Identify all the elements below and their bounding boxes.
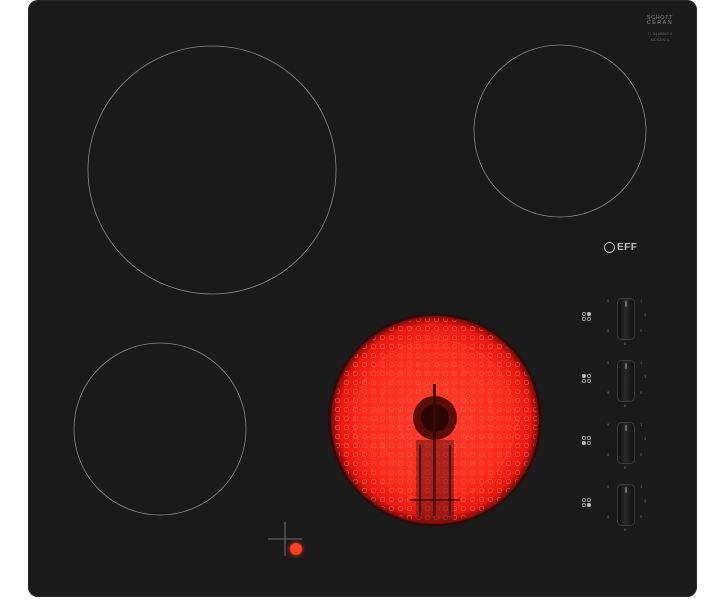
scale-label: 8 xyxy=(607,390,610,395)
serial-code: MDS300 4 xyxy=(650,38,670,42)
cooking-zone-rear-left xyxy=(87,45,337,295)
scale-label: 5 xyxy=(640,390,643,395)
zone-indicator-icon xyxy=(582,498,596,508)
scale-label: 9 xyxy=(607,298,610,303)
scale-label: 5 xyxy=(640,514,643,519)
scale-label: 1 xyxy=(640,360,643,365)
cooking-zone-front-left xyxy=(73,342,247,516)
control-knob-row-1: 1 3 5 6 8 9 xyxy=(580,290,660,350)
control-knob-rear-right[interactable] xyxy=(617,484,635,526)
scale-label: 3 xyxy=(644,436,647,441)
glass-brand-badge: SCHOTT CERAN TL 6100000 3 MDS300 4 xyxy=(630,15,690,43)
brand-logo-text: EFF xyxy=(617,241,638,253)
brand-logo: EFF xyxy=(604,239,637,255)
glass-brand-line2: CERAN xyxy=(646,20,674,26)
scale-label: 5 xyxy=(640,328,643,333)
scale-label: 9 xyxy=(607,360,610,365)
scale-label: 6 xyxy=(624,527,627,532)
control-knob-rear-left[interactable] xyxy=(617,298,635,340)
residual-heat-indicator xyxy=(290,543,302,555)
control-knob-row-3: 1 3 5 6 8 9 xyxy=(580,414,660,474)
zone-indicator-icon xyxy=(582,436,596,446)
model-code: TL 6100000 3 xyxy=(647,32,673,36)
scale-label: 3 xyxy=(644,498,647,503)
scale-label: 9 xyxy=(607,422,610,427)
scale-label: 9 xyxy=(607,484,610,489)
scale-label: 8 xyxy=(607,514,610,519)
hob-scene: SCHOTT CERAN TL 6100000 3 MDS300 4 EFF 1… xyxy=(0,0,710,600)
control-knob-front-left[interactable] xyxy=(617,360,635,402)
zone-indicator-icon xyxy=(582,374,596,384)
scale-label: 3 xyxy=(644,312,647,317)
scale-label: 1 xyxy=(640,422,643,427)
scale-label: 1 xyxy=(640,484,643,489)
control-knob-row-2: 1 3 5 6 8 9 xyxy=(580,352,660,412)
scale-label: 5 xyxy=(640,452,643,457)
control-knob-row-4: 1 3 5 6 8 9 xyxy=(580,476,660,536)
zone-indicator-icon xyxy=(582,312,596,322)
brand-logo-icon xyxy=(604,241,615,253)
control-knob-front-right[interactable] xyxy=(617,422,635,464)
scale-label: 6 xyxy=(624,403,627,408)
cooking-zone-rear-right xyxy=(473,44,647,218)
scale-label: 8 xyxy=(607,328,610,333)
scale-label: 1 xyxy=(640,298,643,303)
scale-label: 3 xyxy=(644,374,647,379)
scale-label: 6 xyxy=(624,465,627,470)
scale-label: 8 xyxy=(607,452,610,457)
scale-label: 6 xyxy=(624,341,627,346)
cooking-zone-front-right-hot xyxy=(328,313,542,527)
